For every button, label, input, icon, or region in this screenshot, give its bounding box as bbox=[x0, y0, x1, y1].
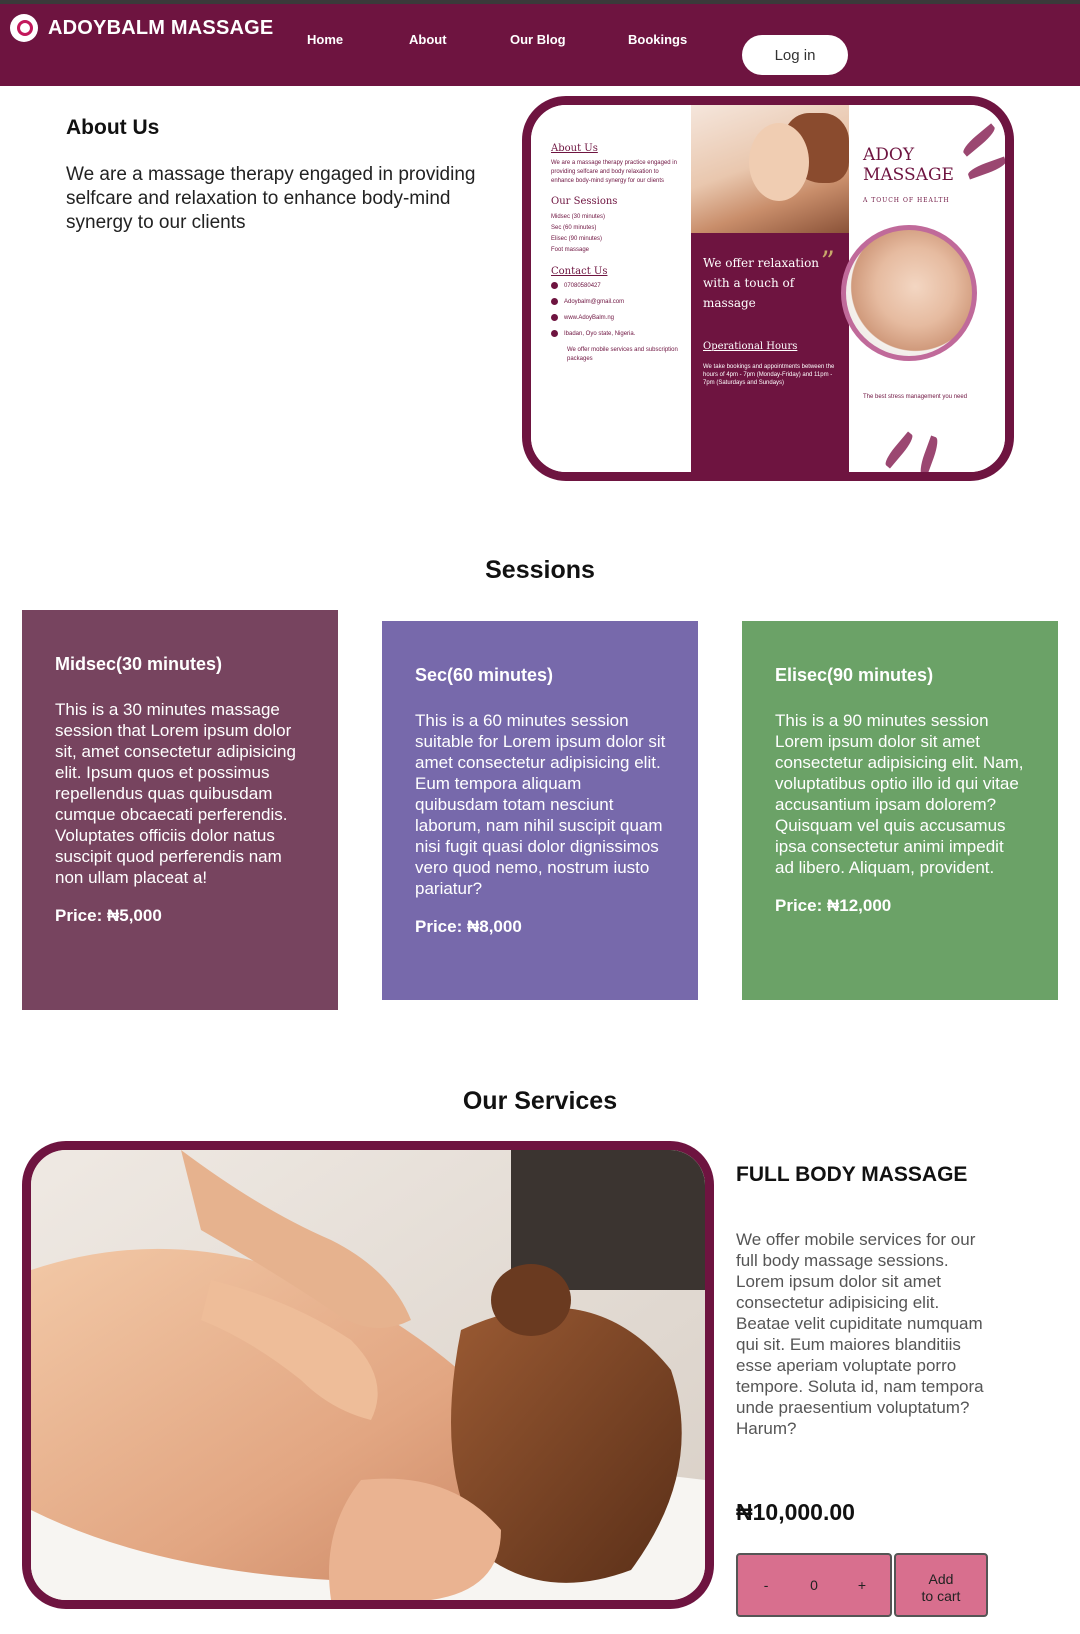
leaf-decoration-icon bbox=[917, 435, 941, 472]
add-to-cart-button[interactable]: Add to cart bbox=[894, 1553, 988, 1617]
brochure-session-item: Foot massage bbox=[551, 247, 590, 253]
leaf-decoration-icon bbox=[882, 431, 916, 469]
leaf-decoration-icon bbox=[960, 123, 998, 157]
brochure-location: Ibadan, Oyo state, Nigeria. bbox=[551, 330, 681, 337]
service-price: ₦10,000.00 bbox=[736, 1499, 855, 1525]
sessions-title: Sessions bbox=[485, 556, 595, 584]
brochure-website: www.AdoyBalm.ng bbox=[551, 314, 681, 321]
hair-bun-shape bbox=[491, 1264, 571, 1336]
brochure-session-item: Elisec (90 minutes) bbox=[551, 236, 603, 242]
brochure-brand-name: ADOY MASSAGE bbox=[863, 145, 954, 185]
brochure-circle-photo bbox=[841, 225, 977, 361]
session-card-text: This is a 90 minutes session Lorem ipsum… bbox=[775, 711, 1024, 877]
brochure-left-panel: About Us We are a massage therapy practi… bbox=[531, 105, 691, 472]
brochure-phone: 07080580427 bbox=[551, 282, 681, 289]
session-card-midsec: Midsec(30 minutes) This is a 30 minutes … bbox=[22, 610, 338, 1010]
nav-link-about[interactable]: About bbox=[409, 32, 447, 47]
brochure-left-footer: We offer mobile services and subscriptio… bbox=[567, 347, 678, 362]
brochure-sessions-list: Midsec (30 minutes) Sec (60 minutes) Eli… bbox=[551, 212, 681, 256]
brochure-hours-text: We take bookings and appointments betwee… bbox=[703, 364, 835, 386]
brand[interactable]: ADOYBALM MASSAGE bbox=[10, 14, 273, 42]
full-body-massage-image bbox=[22, 1141, 714, 1609]
session-card-title: Midsec(30 minutes) bbox=[55, 654, 223, 674]
brochure-sessions-heading: Our Sessions bbox=[551, 196, 618, 207]
brochure-website-text: www.AdoyBalm.ng bbox=[564, 314, 615, 321]
quantity-decrease-button[interactable]: - bbox=[754, 1577, 778, 1593]
brochure-tagline: We offer relaxation with a touch of mass… bbox=[703, 256, 820, 310]
quantity-value: 0 bbox=[810, 1577, 818, 1593]
brochure-image: About Us We are a massage therapy practi… bbox=[522, 96, 1014, 481]
brochure-email-text: Adoybalm@gmail.com bbox=[564, 298, 625, 305]
session-card-price: Price: ₦5,000 bbox=[55, 906, 162, 925]
brochure-right-footer: The best stress management you need bbox=[863, 394, 968, 400]
brochure-brand-tag: A TOUCH OF HEALTH bbox=[863, 197, 950, 204]
brochure-brand-line1: ADOY bbox=[863, 145, 915, 165]
brochure-massage-photo bbox=[691, 105, 849, 233]
session-card-title: Sec(60 minutes) bbox=[415, 665, 554, 685]
session-card-sec: Sec(60 minutes) This is a 60 minutes ses… bbox=[382, 621, 698, 1000]
quote-icon: ” bbox=[820, 245, 835, 278]
brochure-hours-heading: Operational Hours bbox=[703, 341, 798, 352]
brochure-session-item: Sec (60 minutes) bbox=[551, 225, 597, 231]
nav-link-our-blog[interactable]: Our Blog bbox=[510, 32, 566, 47]
location-pin-icon bbox=[551, 330, 558, 337]
globe-icon bbox=[551, 314, 558, 321]
about-text: We are a massage therapy engaged in prov… bbox=[66, 164, 476, 233]
brand-logo-icon bbox=[10, 14, 38, 42]
leaf-decoration-icon bbox=[966, 156, 1005, 180]
session-card-text: This is a 60 minutes session suitable fo… bbox=[415, 711, 666, 898]
brochure-email: Adoybalm@gmail.com bbox=[551, 298, 681, 305]
photo-face-shape bbox=[749, 123, 809, 201]
brand-name: ADOYBALM MASSAGE bbox=[48, 16, 274, 39]
session-card-price: Price: ₦12,000 bbox=[775, 896, 892, 915]
service-name: FULL BODY MASSAGE bbox=[736, 1163, 968, 1186]
massage-photo-illustration bbox=[31, 1150, 705, 1600]
brochure-middle-panel: ” We offer relaxation with a touch of ma… bbox=[691, 105, 849, 472]
session-card-title: Elisec(90 minutes) bbox=[775, 665, 934, 685]
brochure-right-panel: ADOY MASSAGE A TOUCH OF HEALTH The best … bbox=[841, 105, 1005, 472]
session-card-elisec: Elisec(90 minutes) This is a 90 minutes … bbox=[742, 621, 1058, 1000]
session-card-price: Price: ₦8,000 bbox=[415, 917, 522, 936]
brochure-tagline-box: ” We offer relaxation with a touch of ma… bbox=[691, 233, 849, 472]
services-title: Our Services bbox=[462, 1087, 618, 1115]
nav-link-bookings[interactable]: Bookings bbox=[628, 32, 687, 47]
brochure-phone-text: 07080580427 bbox=[564, 282, 601, 289]
nav-link-home[interactable]: Home bbox=[307, 32, 343, 47]
phone-icon bbox=[551, 282, 558, 289]
about-title: About Us bbox=[66, 116, 160, 139]
quantity-stepper: - 0 + bbox=[736, 1553, 892, 1617]
brochure-brand-line2: MASSAGE bbox=[863, 165, 954, 185]
quantity-increase-button[interactable]: + bbox=[850, 1577, 874, 1593]
top-navbar: ADOYBALM MASSAGE Home About Our Blog Boo… bbox=[0, 0, 1080, 86]
session-card-text: This is a 30 minutes massage session tha… bbox=[55, 700, 296, 887]
add-to-cart-label: Add to cart bbox=[921, 1571, 961, 1604]
brochure-session-item: Midsec (30 minutes) bbox=[551, 214, 606, 220]
brochure-about-text: We are a massage therapy practice engage… bbox=[551, 160, 677, 184]
brochure-about-heading: About Us bbox=[551, 143, 598, 154]
service-description: We offer mobile services for our full bo… bbox=[736, 1230, 984, 1438]
brochure-contact-heading: Contact Us bbox=[551, 266, 608, 277]
login-button[interactable]: Log in bbox=[742, 35, 848, 75]
mail-icon bbox=[551, 298, 558, 305]
brochure-location-text: Ibadan, Oyo state, Nigeria. bbox=[564, 330, 636, 337]
